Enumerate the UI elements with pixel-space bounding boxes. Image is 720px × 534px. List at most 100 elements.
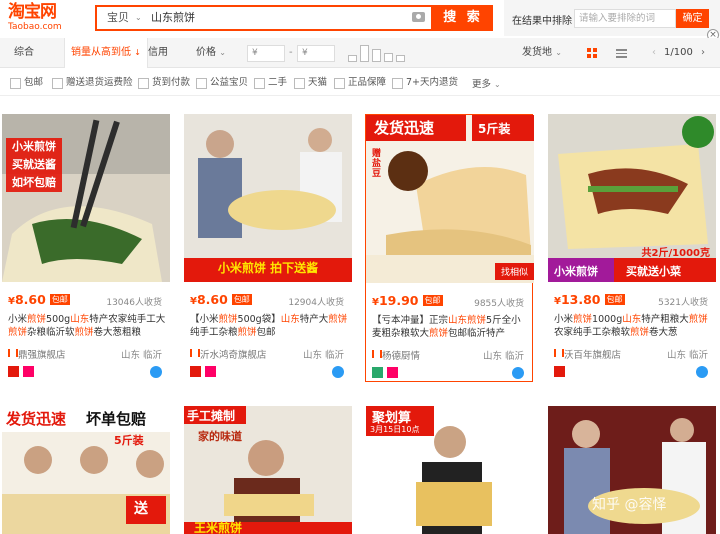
sales-count: 5321人收货 [658, 298, 708, 308]
product-price: ¥19.90 包邮 [372, 293, 443, 308]
price-range-chart-icon[interactable] [348, 45, 406, 62]
more-filters[interactable]: 更多 ⌄ [472, 76, 501, 90]
price-value: 8.60 [196, 292, 228, 307]
product-title[interactable]: 【小米煎饼500g袋】山东特产大煎饼纯手工杂粮煎饼包邮 [190, 313, 348, 339]
baoyou-badge: 包邮 [49, 294, 70, 305]
more-label: 更多 [472, 79, 492, 90]
service-badges [372, 367, 402, 380]
image-caption: 王米煎饼 [194, 521, 243, 534]
shop-name[interactable]: 鼎强旗舰店 [8, 347, 66, 361]
shop-name[interactable]: 沂水鸿奇旗舰店 [190, 347, 267, 361]
shop-name[interactable]: 杨德厨情 [372, 348, 420, 362]
product-photo [184, 114, 352, 282]
wangwang-icon[interactable] [696, 366, 708, 378]
product-photo [184, 406, 352, 534]
arrow-down-icon: ↓ [134, 48, 141, 57]
product-image[interactable]: 发货迅速 坏单包赔 5斤装 送 [2, 406, 170, 534]
product-image[interactable]: 手工摊制 家的味道 王米煎饼 [184, 406, 352, 534]
ship-from-select[interactable]: 发货地 ⌄ [522, 38, 562, 68]
tmall-icon [8, 366, 19, 377]
chevron-down-icon: ⌄ [135, 13, 142, 22]
chevron-down-icon: ⌄ [219, 48, 226, 57]
product-image[interactable]: 小米煎饼 买就送酱 如坏包赔 [2, 114, 170, 282]
product-image[interactable]: 发货迅速 5斤装 赠盐豆 找相似 [366, 115, 534, 283]
product-price: ¥13.80 包邮 [554, 292, 625, 307]
image-caption: 5斤装 [478, 122, 511, 136]
sort-default[interactable]: 综合 [14, 38, 34, 68]
exclude-in-results: 在结果中排除 请输入要排除的词 确定 [504, 0, 720, 36]
search-input[interactable]: 山东煎饼 [151, 7, 391, 29]
filter-7day-return[interactable]: 7+天内退货 [392, 76, 458, 90]
product-card[interactable]: 共2斤/1000克 小米煎饼 买就送小菜 ¥13.80 包邮 5321人收货 小米… [548, 114, 716, 382]
sort-sales-label: 销量从高到低 [71, 47, 131, 58]
product-price: ¥8.60 包邮 [190, 292, 252, 307]
grid-view-icon[interactable] [587, 48, 597, 58]
sort-credit[interactable]: 信用 [148, 38, 168, 68]
baoyou-badge: 包邮 [604, 294, 625, 305]
sales-count: 12904人收货 [288, 298, 344, 308]
image-caption: 小米煎饼 [554, 265, 598, 278]
shop-location: 山东 临沂 [120, 350, 162, 361]
image-caption: 小米煎饼 拍下送酱 [217, 261, 319, 275]
product-title[interactable]: 【亏本冲量】正宗山东煎饼5斤全小麦粗杂粮软大煎饼包邮临沂特产 [372, 314, 530, 340]
exclude-label: 在结果中排除 [512, 16, 572, 27]
wangwang-icon[interactable] [332, 366, 344, 378]
product-image[interactable]: 知乎 @容怿 [548, 406, 716, 534]
service-badges [190, 366, 220, 379]
sort-sales[interactable]: 销量从高到低 ↓ [64, 38, 148, 68]
sales-count: 9855人收货 [474, 299, 524, 309]
shop-name[interactable]: 沃百年旗舰店 [554, 347, 621, 361]
list-view-icon[interactable] [616, 49, 627, 58]
filter-return-insurance[interactable]: 赠送退货运费险 [52, 76, 133, 90]
image-caption: 如坏包赔 [12, 176, 56, 189]
price-to-input[interactable]: ¥ [297, 45, 335, 62]
wangwang-icon[interactable] [150, 366, 162, 378]
price-value: 19.90 [378, 293, 419, 308]
product-image[interactable]: 聚划算 3月15日10点 [366, 406, 534, 534]
filter-tmall[interactable]: 天猫 [294, 76, 327, 90]
sales-count: 13046人收货 [106, 298, 162, 308]
shop-location: 山东 临沂 [302, 350, 344, 361]
camera-icon[interactable] [412, 12, 425, 22]
find-similar-button[interactable]: 找相似 [494, 263, 534, 280]
product-card[interactable]: 发货迅速 5斤装 赠盐豆 找相似 ¥19.90 包邮 9855人收货 【亏本冲量】… [365, 114, 534, 382]
product-title[interactable]: 小米煎饼500g山东特产农家纯手工大煎饼杂粮临沂软煎饼卷大葱粗粮 [8, 313, 166, 339]
product-image[interactable]: 小米煎饼 拍下送酱 [184, 114, 352, 282]
image-caption: 5斤装 [114, 434, 144, 447]
ship-from-label: 发货地 [522, 47, 552, 58]
sort-price[interactable]: 价格 ⌄ [196, 38, 226, 68]
product-title[interactable]: 小米煎饼1000g山东特产粗粮大煎饼农家纯手工杂粮软煎饼卷大葱 [554, 313, 712, 339]
prev-page-icon[interactable]: ‹ [652, 38, 656, 68]
image-caption: 小米煎饼 [12, 140, 56, 153]
logo-text: 淘宝网 [8, 2, 57, 22]
filter-secondhand[interactable]: 二手 [254, 76, 287, 90]
image-caption: 送 [134, 501, 148, 517]
filter-row: 包邮 赠送退货运费险 货到付款 公益宝贝 二手 天猫 正品保障 7+天内退货 更… [0, 68, 720, 96]
image-caption: 共2斤/1000克 [641, 248, 710, 259]
filter-cod[interactable]: 货到付款 [138, 76, 190, 90]
confirm-button[interactable]: 确定 [676, 9, 709, 28]
shop-location: 山东 临沂 [666, 350, 708, 361]
filter-charity[interactable]: 公益宝贝 [196, 76, 248, 90]
image-caption: 买就送小菜 [626, 265, 681, 278]
filter-baoyou[interactable]: 包邮 [10, 76, 43, 90]
taobao-logo[interactable]: 淘宝网 Taobao.com [8, 2, 72, 34]
search-category-label: 宝贝 [107, 11, 129, 24]
price-from-input[interactable]: ¥ [247, 45, 285, 62]
watermark-text: 知乎 @容怿 [592, 497, 667, 513]
exclude-input[interactable]: 请输入要排除的词 [574, 9, 676, 28]
image-caption: 3月15日10点 [370, 425, 420, 434]
search-button[interactable]: 搜 索 [433, 5, 493, 31]
image-caption: 家的味道 [198, 430, 242, 443]
heart-icon [23, 366, 34, 377]
product-card[interactable]: 小米煎饼 买就送酱 如坏包赔 ¥8.60 包邮 13046人收货 小米煎饼500g… [2, 114, 170, 382]
next-page-icon[interactable]: › [701, 38, 705, 68]
product-card[interactable]: 小米煎饼 拍下送酱 ¥8.60 包邮 12904人收货 【小米煎饼500g袋】山东… [184, 114, 352, 382]
page-indicator: 1/100 [664, 47, 693, 58]
filter-genuine[interactable]: 正品保障 [334, 76, 386, 90]
search-category-select[interactable]: 宝贝 ⌄ [97, 7, 147, 29]
wangwang-icon[interactable] [512, 367, 524, 379]
image-caption: 发货迅速 [374, 119, 435, 137]
product-image[interactable]: 共2斤/1000克 小米煎饼 买就送小菜 [548, 114, 716, 282]
service-badges [8, 366, 38, 379]
